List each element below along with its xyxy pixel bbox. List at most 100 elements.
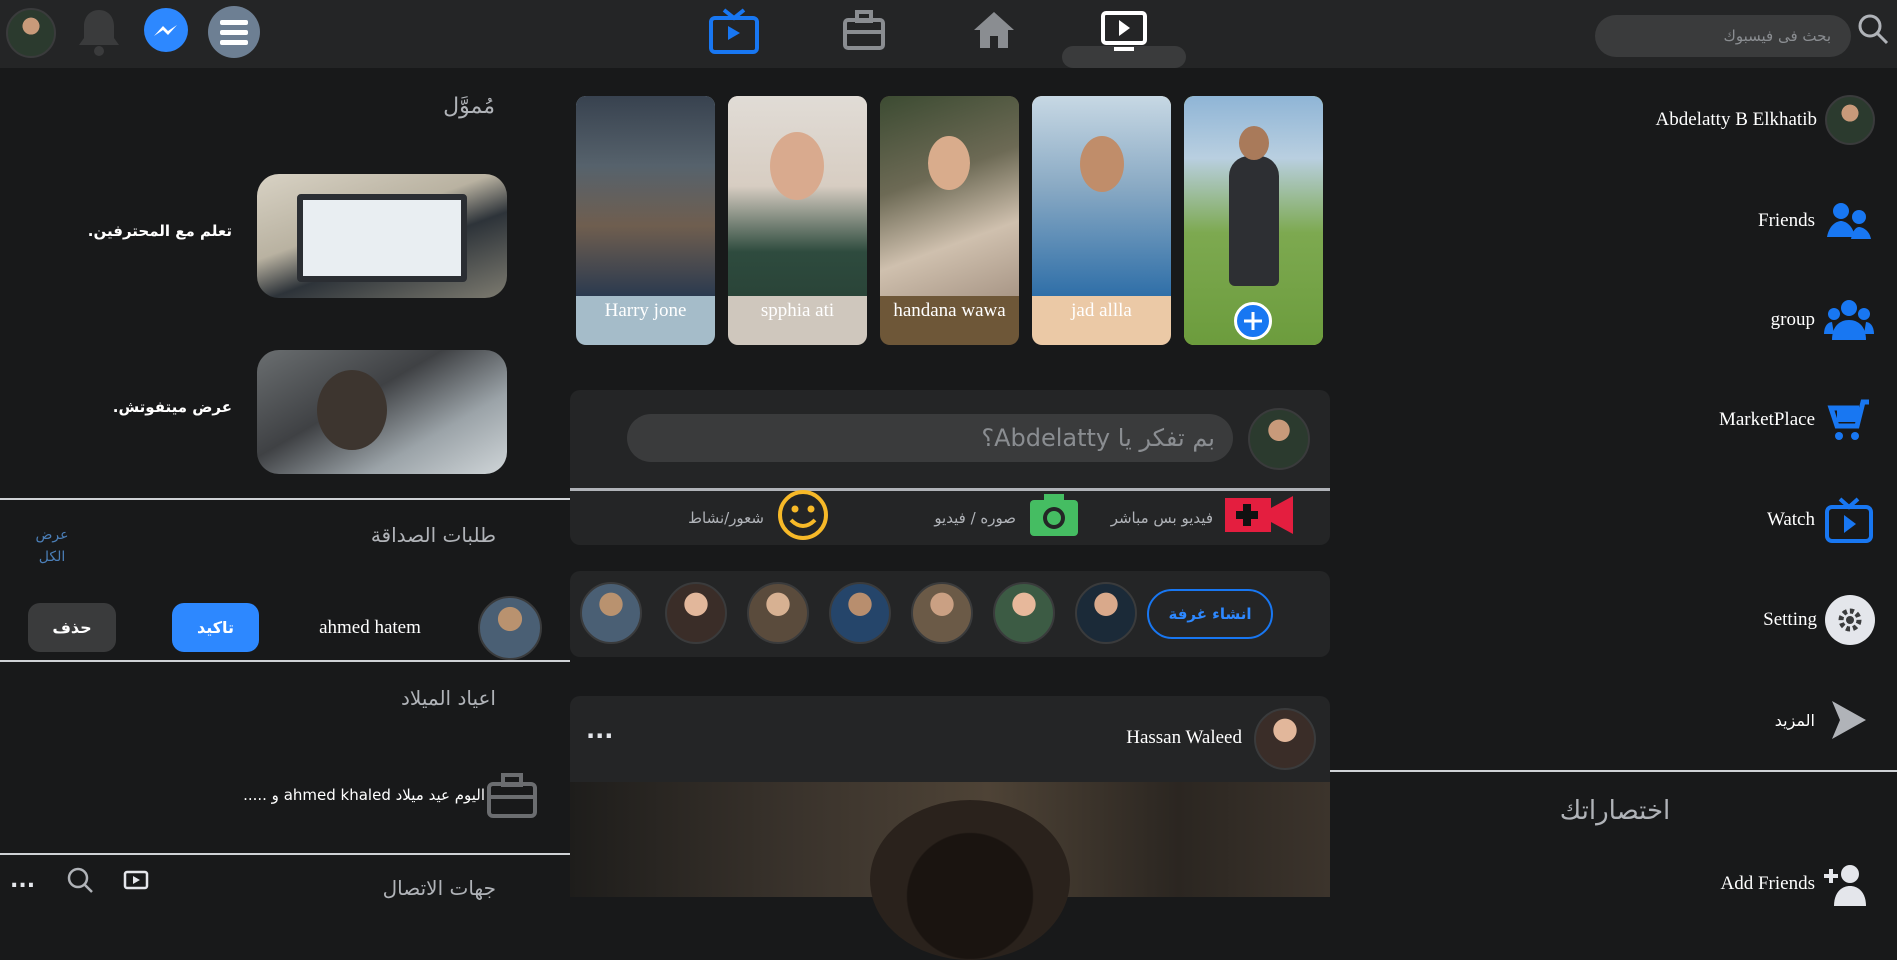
composer-avatar (1248, 408, 1310, 470)
create-room-button[interactable]: انشاء غرفة (1147, 589, 1273, 639)
post-image (570, 782, 1330, 960)
sidebar-item-label: المزيد (1774, 710, 1815, 730)
watch-nav-icon[interactable] (1100, 10, 1148, 52)
messenger-icon[interactable] (144, 8, 188, 52)
feeling-label: شعور/نشاط (688, 508, 764, 527)
live-video-button[interactable]: فيديو بس مباشر (1100, 490, 1295, 545)
photo-video-label: صوره / فيديو (934, 508, 1016, 527)
gear-icon (1825, 595, 1875, 645)
left-divider (0, 660, 570, 662)
feeling-activity-button[interactable]: شعور/نشاط (600, 490, 830, 545)
left-divider (0, 853, 570, 855)
delete-button[interactable]: حذف (28, 603, 116, 652)
post-composer: بم تفكر يا Abdelatty؟ فيديو بس مباشر صور… (570, 390, 1330, 545)
ad-person-head (317, 370, 387, 450)
add-friend-icon (1823, 858, 1875, 910)
story-person-head (928, 136, 970, 190)
rooms-bar: انشاء غرفة (570, 571, 1330, 657)
story-person-head (1239, 126, 1269, 160)
birthdays-title: اعياد الميلاد (401, 686, 496, 710)
sidebar-item-marketplace[interactable]: MarketPlace (1719, 394, 1875, 446)
friends-icon (1823, 195, 1875, 247)
chevron-right-icon (1823, 694, 1875, 746)
sidebar-item-label: Setting (1763, 609, 1817, 630)
search-input[interactable] (1595, 15, 1851, 57)
search-icon[interactable] (66, 866, 94, 894)
search-icon[interactable] (1856, 12, 1890, 46)
sidebar-item-profile[interactable]: Abdelatty B Elkhatib (1656, 94, 1875, 146)
post-more-button[interactable]: ... (586, 716, 613, 744)
shortcuts-title: اختصاراتك (1559, 796, 1671, 826)
post-author-name[interactable]: Hassan Waleed (970, 727, 1242, 749)
story-name: Harry jone (604, 300, 687, 321)
story-image (576, 96, 715, 296)
story-image (880, 96, 1019, 296)
sidebar-item-group[interactable]: group (1771, 294, 1875, 346)
birthday-text[interactable]: اليوم عيد ميلاد ahmed khaled و ..... (150, 786, 485, 804)
story-name: spphia ati (760, 300, 835, 321)
composer-placeholder: بم تفكر يا Abdelatty؟ (981, 424, 1215, 452)
room-contact-avatar[interactable] (1075, 582, 1137, 644)
live-video-icon (1223, 492, 1295, 543)
sponsored-title: مُموَّل (443, 94, 495, 119)
story-card-own[interactable] (1184, 96, 1323, 345)
profile-avatar (1825, 95, 1875, 145)
shortcut-add-friends[interactable]: Add Friends (1721, 858, 1875, 910)
sidebar-item-label: group (1770, 309, 1815, 330)
story-name: handana wawa (893, 300, 1006, 321)
friend-request-name[interactable]: ahmed hatem (300, 617, 440, 639)
sidebar-item-label: Watch (1766, 509, 1815, 530)
gift-icon (486, 772, 538, 820)
sidebar-item-label: MarketPlace (1718, 409, 1815, 430)
room-contact-avatar[interactable] (993, 582, 1055, 644)
friend-request-avatar[interactable] (478, 596, 542, 660)
story-image (1032, 96, 1171, 296)
live-video-label: فيديو بس مباشر (1110, 508, 1213, 527)
smiley-icon (776, 488, 830, 547)
ad-text[interactable]: تعلم مع المحترفين. (60, 222, 232, 240)
ad-laptop-screen (297, 194, 467, 282)
room-contact-avatar[interactable] (911, 582, 973, 644)
story-person (1229, 156, 1279, 286)
contacts-title: جهات الاتصال (382, 876, 496, 900)
video-room-icon[interactable] (123, 870, 149, 892)
sidebar-item-watch[interactable]: Watch (1767, 494, 1875, 546)
tv-nav-icon[interactable] (708, 6, 760, 58)
profile-avatar[interactable] (6, 8, 56, 58)
ad-image[interactable] (257, 174, 507, 298)
sidebar-item-setting[interactable]: Setting (1763, 594, 1875, 646)
composer-input[interactable]: بم تفكر يا Abdelatty؟ (627, 414, 1233, 462)
sidebar-item-label: Friends (1758, 210, 1815, 231)
story-name: jad allla (1071, 300, 1132, 321)
menu-icon[interactable] (208, 6, 260, 58)
room-contact-avatar[interactable] (580, 582, 642, 644)
post-author-avatar[interactable] (1254, 708, 1316, 770)
sidebar-item-more[interactable]: المزيد (1775, 694, 1875, 746)
create-room-label: انشاء غرفة (1168, 605, 1252, 623)
room-contact-avatar[interactable] (829, 582, 891, 644)
ad-text[interactable]: عرض ميتفوتش. (60, 398, 232, 416)
search-field[interactable] (1595, 15, 1851, 57)
top-bar (0, 0, 1897, 68)
friend-requests-title: طلبات الصداقة (370, 523, 496, 547)
watch-icon (1823, 494, 1875, 546)
add-story-button[interactable] (1234, 302, 1272, 340)
confirm-button[interactable]: تاكيد (172, 603, 259, 652)
story-person-head (770, 132, 824, 200)
bell-icon[interactable] (74, 6, 124, 58)
home-icon[interactable] (972, 10, 1016, 50)
contacts-more-button[interactable]: ... (10, 868, 35, 893)
see-all-link[interactable]: عرض الكل (32, 524, 72, 568)
left-divider (0, 498, 570, 500)
photo-video-button[interactable]: صوره / فيديو (850, 490, 1080, 545)
ad-image[interactable] (257, 350, 507, 474)
room-contact-avatar[interactable] (665, 582, 727, 644)
camera-icon (1028, 492, 1080, 543)
marketplace-nav-icon[interactable] (842, 10, 886, 52)
cart-icon (1823, 394, 1875, 446)
group-icon (1823, 294, 1875, 346)
shortcut-label: Add Friends (1720, 873, 1815, 894)
room-contact-avatar[interactable] (747, 582, 809, 644)
sidebar-item-friends[interactable]: Friends (1758, 195, 1875, 247)
feed-post: Hassan Waleed ... (570, 696, 1330, 960)
